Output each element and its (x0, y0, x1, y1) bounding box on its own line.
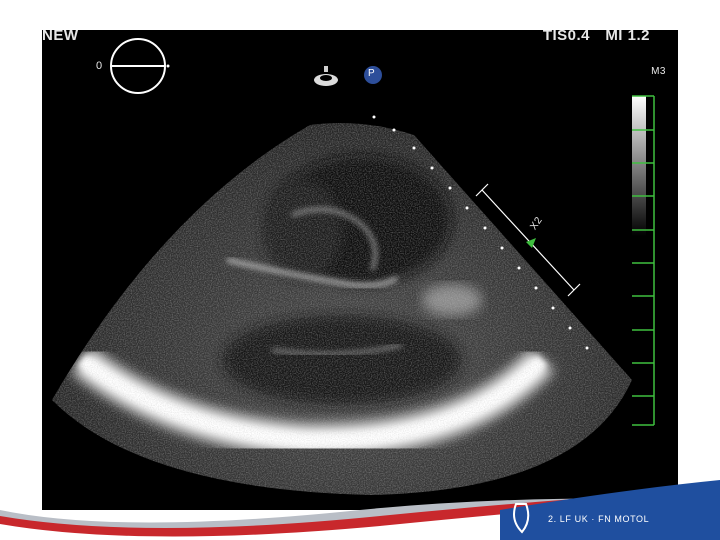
footer-brand-band (0, 480, 720, 540)
mi-label: MI 1.2 (605, 30, 650, 44)
probe-position-icon (314, 66, 338, 86)
ultrasound-screen: NEW 0 P TIS0.4 MI 1.2 M3 X2 (42, 30, 678, 510)
logo-line-2: 2. LF UK · FN MOTOL (548, 514, 650, 524)
echo-image (52, 38, 655, 495)
mode-label: NEW (42, 30, 79, 44)
probe-angle-value: 0 (96, 60, 103, 72)
tis-label: TIS0.4 (542, 30, 590, 44)
grayscale-map-label: M3 (651, 66, 666, 77)
orientation-marker-label: P (368, 68, 376, 79)
grayscale-bar (632, 96, 646, 236)
probe-angle-wheel-icon (110, 38, 170, 94)
